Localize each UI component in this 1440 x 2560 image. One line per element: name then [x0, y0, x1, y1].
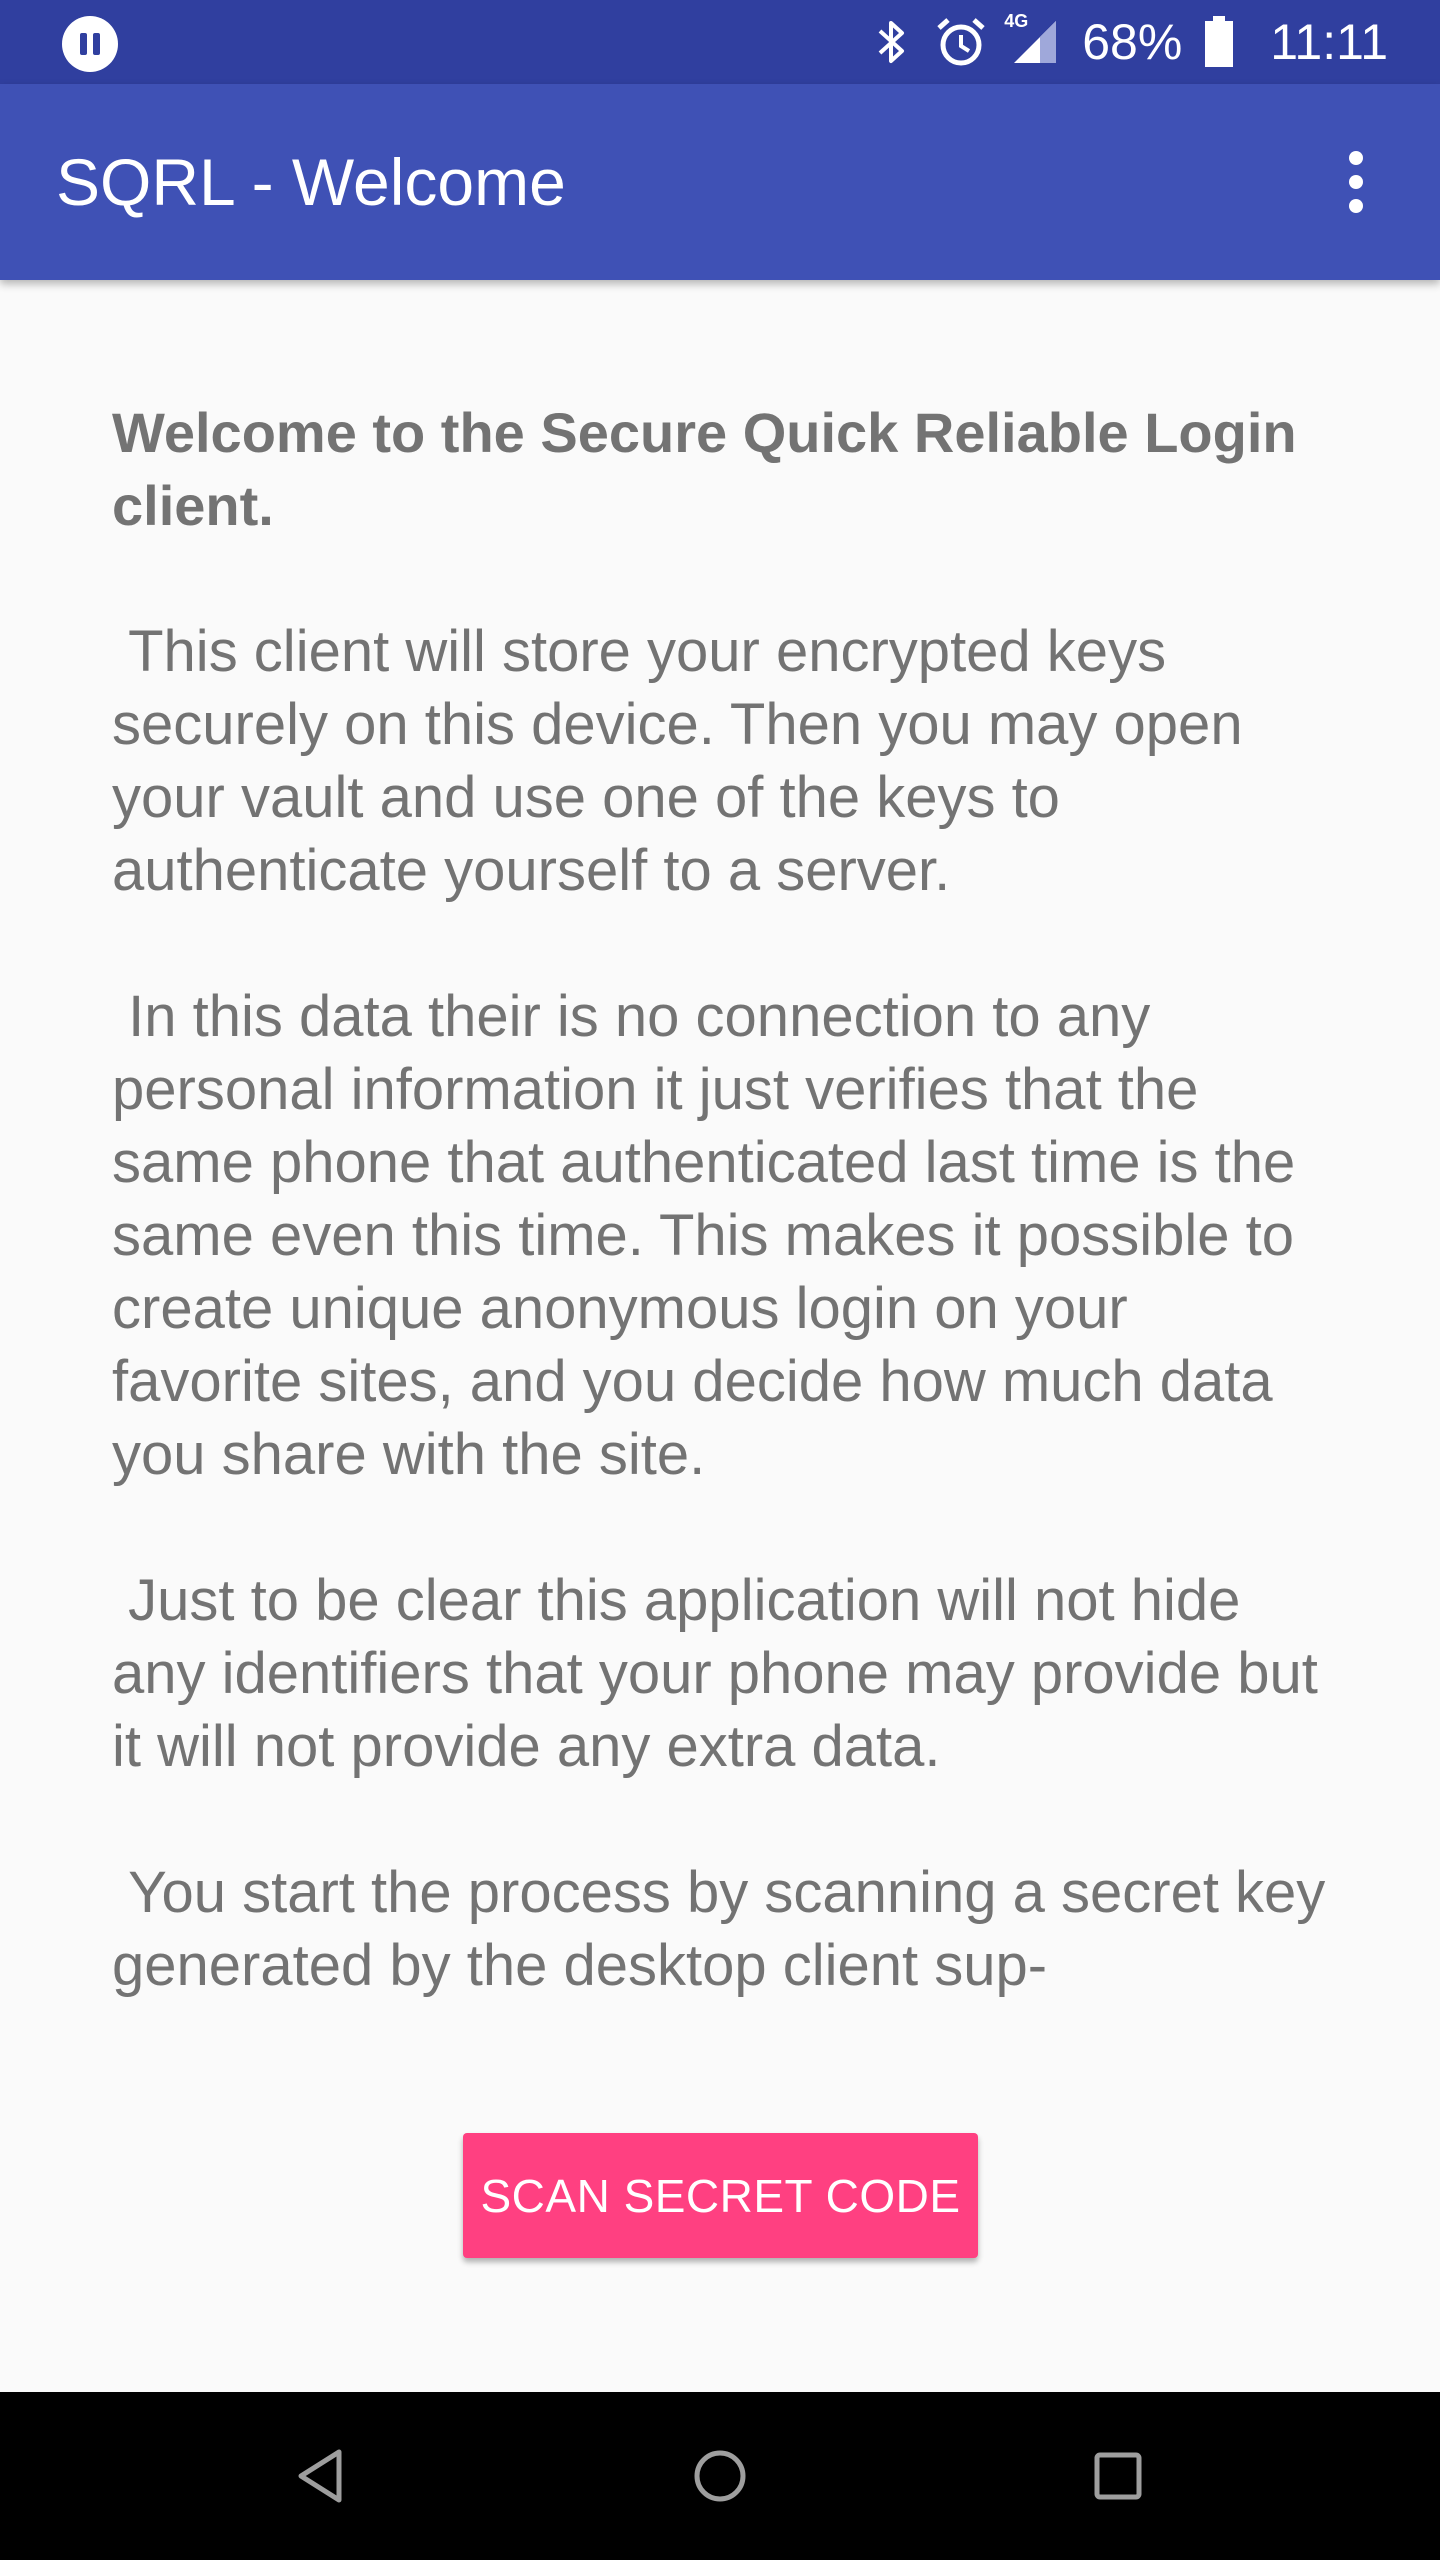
welcome-heading: Welcome to the Secure Quick Reliable Log… [112, 401, 1313, 537]
back-button[interactable] [271, 2426, 371, 2526]
welcome-paragraph: In this data their is no connection to a… [112, 984, 1312, 1487]
signal-4g-icon: 4G [1004, 11, 1060, 67]
clock: 11:11 [1270, 14, 1388, 70]
recents-icon [1094, 2452, 1142, 2500]
scan-secret-code-button[interactable]: SCAN SECRET CODE [463, 2133, 978, 2258]
media-paused-icon [62, 16, 118, 72]
more-vertical-icon-dot [1349, 175, 1363, 189]
more-vertical-icon-dot [1349, 199, 1363, 213]
welcome-paragraph: You start the process by scanning a secr… [112, 1860, 1326, 1998]
navigation-bar [0, 2392, 1440, 2560]
welcome-paragraph: Just to be clear this application will n… [112, 1568, 1318, 1779]
welcome-paragraph: This client will store your encrypted ke… [112, 619, 1259, 903]
home-icon [694, 2450, 746, 2502]
network-type-label: 4G [1004, 11, 1029, 31]
battery-icon [1204, 16, 1234, 68]
app-bar: SQRL - Welcome [0, 84, 1440, 280]
welcome-text-scroll[interactable]: Welcome to the Secure Quick Reliable Log… [112, 396, 1332, 2046]
back-icon [298, 2449, 342, 2503]
home-button[interactable] [670, 2426, 770, 2526]
status-bar: 4G 68% 11:11 [0, 0, 1440, 84]
more-vertical-icon [1349, 151, 1363, 165]
recents-button[interactable] [1068, 2426, 1168, 2526]
alarm-icon [934, 15, 988, 69]
status-icons: 4G 68% 11:11 [872, 0, 1388, 84]
app-title: SQRL - Welcome [56, 145, 566, 219]
bluetooth-icon [872, 17, 912, 67]
battery-percentage: 68% [1082, 14, 1183, 70]
more-options-button[interactable] [1308, 134, 1404, 230]
welcome-screen: 4G 68% 11:11 SQRL - Welcome Welcome to t… [0, 0, 1440, 2560]
